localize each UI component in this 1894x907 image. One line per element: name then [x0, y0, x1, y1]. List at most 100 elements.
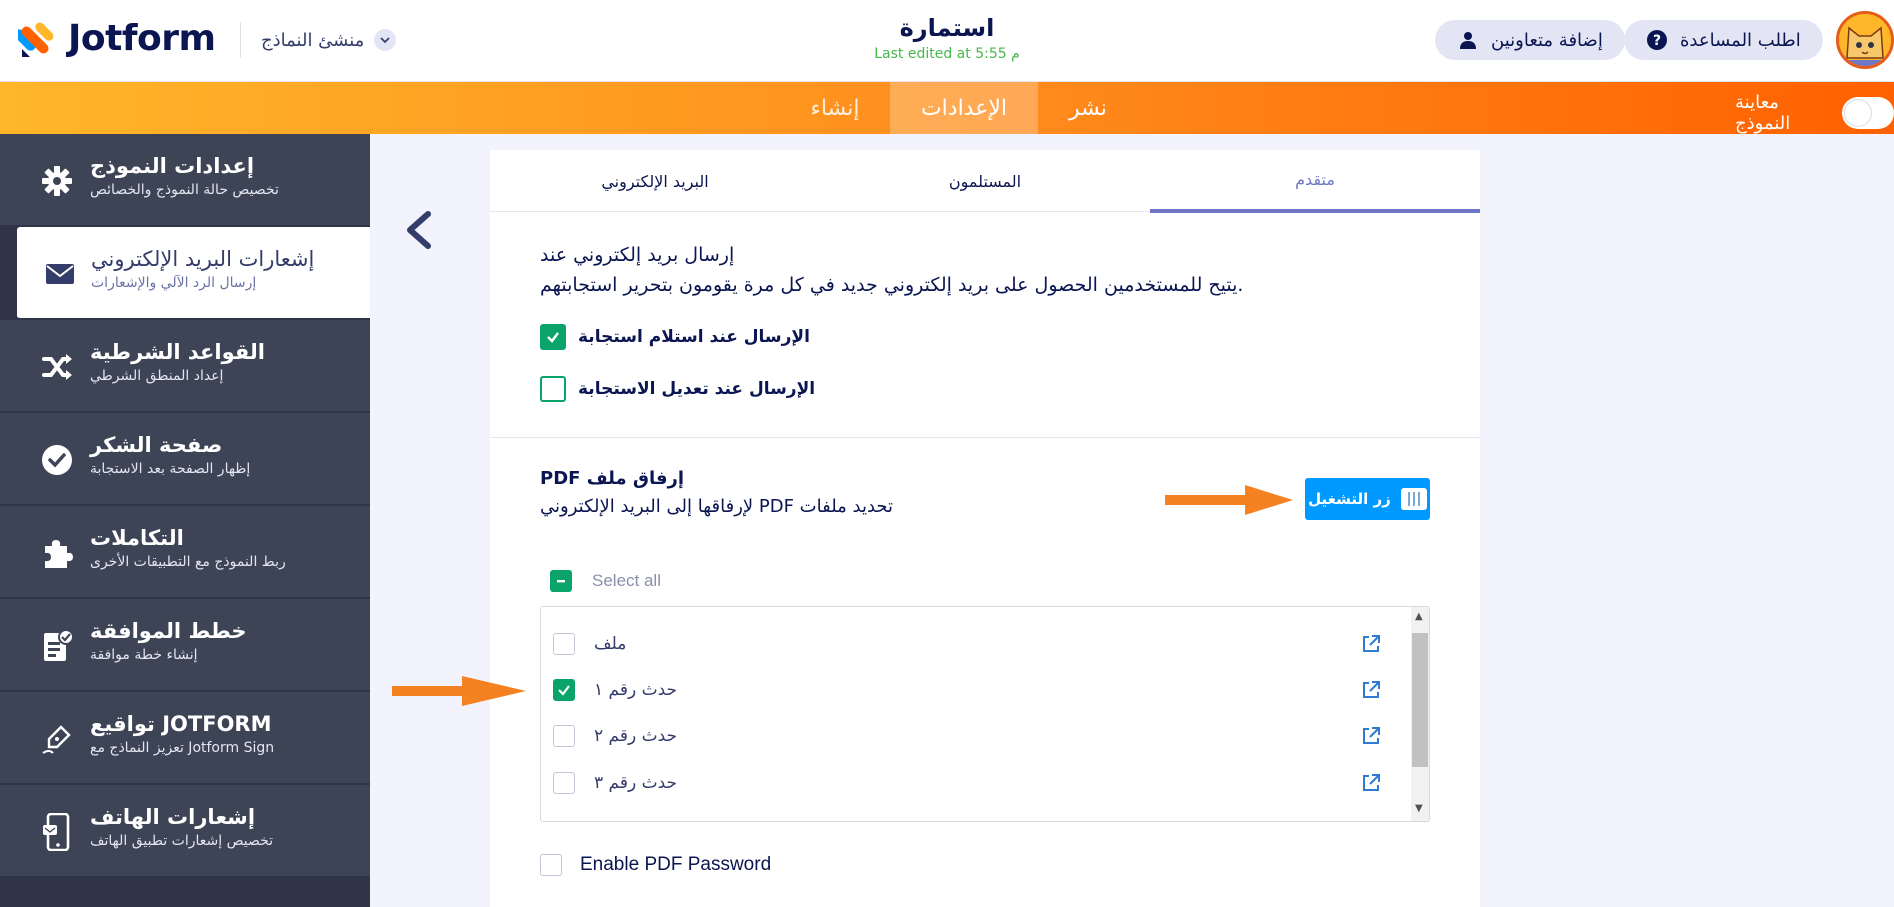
- sidebar-item-text: خطط الموافقة إنشاء خطة موافقة: [90, 617, 247, 665]
- back-arrow-icon[interactable]: [400, 210, 436, 250]
- puzzle-icon: [40, 536, 74, 570]
- toggle-grip-icon: [1400, 488, 1427, 510]
- sidebar-item-subtitle: إظهار الصفحة بعد الاستجابة: [90, 461, 251, 477]
- list-item[interactable]: ملف: [541, 621, 1413, 667]
- question-icon: ?: [1646, 29, 1668, 51]
- sidebar-item-subtitle: تعزيز النماذج مع Jotform Sign: [90, 740, 275, 756]
- list-item[interactable]: حدث رقم ١: [541, 667, 1413, 713]
- external-link-icon[interactable]: [1359, 678, 1383, 702]
- select-all-option[interactable]: Select all: [550, 570, 661, 592]
- list-item[interactable]: حدث رقم ٢: [541, 713, 1413, 759]
- sidebar-item-title: خطط الموافقة: [90, 619, 247, 643]
- scroll-down-arrow-icon[interactable]: ▼: [1415, 803, 1423, 814]
- tab-publish[interactable]: نشر: [1038, 82, 1138, 134]
- main-nav-bar: إنشاء الإعدادات نشر معاينة النموذج: [0, 82, 1894, 134]
- send-email-section: إرسال بريد إلكتروني عند يتيح للمستخدمين …: [490, 212, 1480, 438]
- avatar[interactable]: [1836, 11, 1894, 69]
- pdf-section-title: PDF إرفاق ملف: [540, 468, 685, 489]
- select-all-checkbox[interactable]: [550, 570, 572, 592]
- shuffle-icon: [40, 350, 74, 384]
- sidebar-item-title: تواقيع JOTFORM: [90, 712, 272, 736]
- sidebar-item-title: التكاملات: [90, 526, 184, 550]
- tab-recipients[interactable]: المستلمون: [820, 150, 1150, 212]
- pdf-password-checkbox[interactable]: [540, 854, 562, 876]
- sidebar-item-jotform-sign[interactable]: تواقيع JOTFORM تعزيز النماذج مع Jotform …: [0, 692, 370, 784]
- sidebar-item-thank-you-page[interactable]: صفحة الشكر إظهار الصفحة بعد الاستجابة: [0, 413, 370, 505]
- add-collaborators-button[interactable]: إضافة متعاونين: [1435, 20, 1625, 60]
- top-header: Jotform منشئ النماذج استمارة Last edited…: [0, 0, 1894, 82]
- sidebar-item-title: القواعد الشرطية: [90, 340, 265, 364]
- sidebar-item-conditional-logic[interactable]: القواعد الشرطية إعداد المنطق الشرطي: [0, 320, 370, 412]
- file-label: ملف: [594, 634, 627, 654]
- send-section-description: يتيح للمستخدمين الحصول على بريد إلكتروني…: [540, 274, 1244, 296]
- sidebar-item-text: تواقيع JOTFORM تعزيز النماذج مع Jotform …: [90, 710, 274, 758]
- send-on-edit-checkbox[interactable]: [540, 376, 566, 402]
- settings-sidebar: إعدادات النموذج تخصيص حالة النموذج والخص…: [0, 134, 370, 907]
- send-on-receive-option[interactable]: الإرسال عند استلام استجابة: [540, 324, 810, 350]
- sidebar-item-form-settings[interactable]: إعدادات النموذج تخصيص حالة النموذج والخص…: [0, 134, 370, 226]
- sidebar-item-title: صفحة الشكر: [90, 433, 223, 457]
- tab-email[interactable]: البريد الإلكتروني: [490, 150, 820, 212]
- sidebar-item-subtitle: تخصيص إشعارات تطبيق الهاتف: [90, 833, 274, 849]
- orange-annotation-arrow: [392, 676, 526, 706]
- sidebar-item-subtitle: إنشاء خطة موافقة: [90, 647, 198, 663]
- sidebar-item-mobile-notifications[interactable]: إشعارات الهاتف تخصيص إشعارات تطبيق الهات…: [0, 785, 370, 877]
- scrollbar-thumb[interactable]: [1412, 633, 1428, 767]
- sidebar-item-text: إعدادات النموذج تخصيص حالة النموذج والخص…: [90, 152, 279, 200]
- scroll-up-arrow-icon[interactable]: ▲: [1415, 611, 1423, 622]
- cat-avatar-icon: [1839, 14, 1891, 66]
- sidebar-item-email-notifications[interactable]: إشعارات البريد الإلكتروني إرسال الرد الآ…: [17, 227, 370, 319]
- email-settings-panel: البريد الإلكتروني المستلمون متقدم إرسال …: [490, 150, 1480, 907]
- run-button[interactable]: زر التشغيل: [1305, 478, 1430, 520]
- help-label: اطلب المساعدة: [1680, 29, 1801, 51]
- send-section-title: إرسال بريد إلكتروني عند: [540, 244, 735, 266]
- sidebar-item-integrations[interactable]: التكاملات ربط النموذج مع التطبيقات الأخر…: [0, 506, 370, 598]
- list-item[interactable]: حدث رقم ٣: [541, 760, 1413, 806]
- sidebar-item-title: إشعارات الهاتف: [90, 805, 256, 829]
- sidebar-item-title: إشعارات البريد الإلكتروني: [91, 247, 315, 271]
- external-link-icon[interactable]: [1359, 632, 1383, 656]
- tab-advanced[interactable]: متقدم: [1150, 150, 1480, 213]
- tab-build[interactable]: إنشاء: [790, 82, 880, 134]
- run-button-label: زر التشغيل: [1308, 490, 1391, 508]
- pdf-section-description: لإرفاقها إلى البريد الإلكتروني PDF تحديد…: [540, 496, 894, 517]
- file-checkbox[interactable]: [553, 633, 575, 655]
- send-on-receive-label: الإرسال عند استلام استجابة: [578, 327, 810, 347]
- form-preview-toggle[interactable]: معاينة النموذج: [1735, 92, 1894, 134]
- send-on-receive-checkbox[interactable]: [540, 324, 566, 350]
- external-link-icon[interactable]: [1359, 771, 1383, 795]
- sidebar-item-subtitle: إرسال الرد الآلي والإشعارات: [91, 275, 257, 291]
- sidebar-item-text: إشعارات البريد الإلكتروني إرسال الرد الآ…: [91, 245, 314, 293]
- file-label: حدث رقم ١: [594, 680, 678, 700]
- sidebar-item-approval-flows[interactable]: خطط الموافقة إنشاء خطة موافقة: [0, 599, 370, 691]
- switch-knob: [1845, 100, 1872, 126]
- list-scrollbar[interactable]: ▲ ▼: [1411, 607, 1429, 821]
- external-link-icon[interactable]: [1359, 724, 1383, 748]
- user-icon: [1457, 29, 1479, 51]
- orange-annotation-arrow: [1165, 485, 1293, 515]
- svg-text:?: ?: [1653, 33, 1661, 49]
- tab-settings[interactable]: الإعدادات: [890, 82, 1038, 134]
- help-button[interactable]: ? اطلب المساعدة: [1624, 20, 1823, 60]
- collaborators-label: إضافة متعاونين: [1491, 29, 1603, 51]
- preview-switch[interactable]: [1842, 97, 1894, 129]
- pdf-file-list: ملف حدث رقم ١ حدث رقم ٢ حدث رقم ٣ ▲ ▼: [540, 606, 1430, 822]
- clipboard-check-icon: [40, 629, 74, 663]
- gear-icon: [40, 164, 74, 198]
- select-all-label: Select all: [592, 571, 661, 590]
- send-on-edit-label: الإرسال عند تعديل الاستجابة: [578, 379, 816, 399]
- sidebar-item-subtitle: تخصيص حالة النموذج والخصائص: [90, 182, 279, 198]
- file-checkbox[interactable]: [553, 679, 575, 701]
- pdf-password-option[interactable]: Enable PDF Password: [540, 854, 771, 876]
- file-checkbox[interactable]: [553, 772, 575, 794]
- send-on-edit-option[interactable]: الإرسال عند تعديل الاستجابة: [540, 376, 815, 402]
- check-circle-icon: [40, 443, 74, 477]
- file-label: حدث رقم ٢: [594, 726, 678, 746]
- file-checkbox[interactable]: [553, 725, 575, 747]
- panel-tabs: البريد الإلكتروني المستلمون متقدم: [490, 150, 1480, 213]
- sidebar-item-subtitle: إعداد المنطق الشرطي: [90, 368, 224, 384]
- sidebar-item-text: إشعارات الهاتف تخصيص إشعارات تطبيق الهات…: [90, 803, 273, 851]
- preview-label: معاينة النموذج: [1735, 92, 1791, 134]
- sidebar-item-text: صفحة الشكر إظهار الصفحة بعد الاستجابة: [90, 431, 250, 479]
- sidebar-item-title: إعدادات النموذج: [90, 154, 255, 178]
